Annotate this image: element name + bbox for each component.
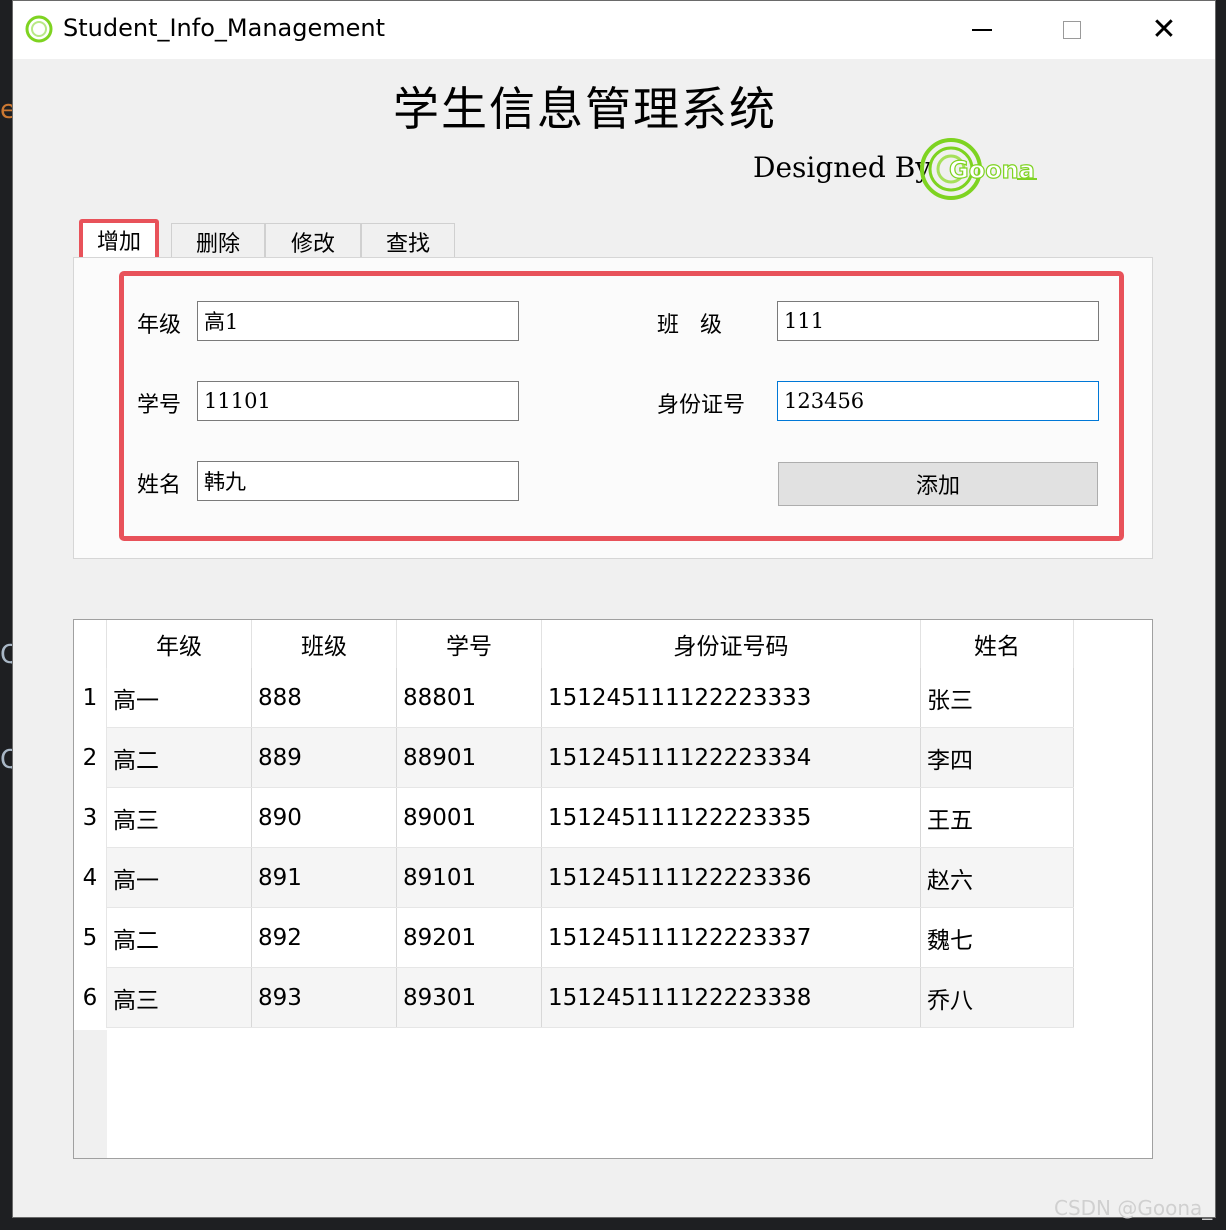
tab-modify[interactable]: 修改 [265, 223, 361, 259]
cell-class[interactable]: 892 [251, 907, 397, 968]
student-id-label: 学号 [137, 393, 182, 418]
table-row[interactable]: 4 高一 891 89101 151245111122223336 赵六 [74, 847, 1074, 908]
cell-class[interactable]: 889 [251, 727, 397, 788]
cell-grade[interactable]: 高二 [106, 907, 252, 968]
column-header-student-id[interactable]: 学号 [396, 620, 542, 668]
cell-id-card[interactable]: 151245111122223333 [541, 668, 921, 728]
student-grid: 年级 班级 学号 身份证号码 姓名 1 高一 888 88801 1512451… [74, 620, 1074, 1028]
cell-name[interactable]: 王五 [920, 787, 1074, 848]
cell-student-id[interactable]: 88801 [396, 668, 542, 728]
editor-edge-fragment: Q [0, 640, 12, 670]
corner-header [74, 620, 107, 668]
goona-logo: Goona [920, 138, 1037, 200]
background-editor-right [1216, 0, 1226, 1230]
tab-add-label: 增加 [96, 230, 141, 255]
window-title: Student_Info_Management [63, 14, 385, 42]
cell-class[interactable]: 888 [251, 668, 397, 728]
title-bar[interactable]: Student_Info_Management ✕ [13, 1, 1215, 59]
cell-grade[interactable]: 高三 [106, 787, 252, 848]
add-button[interactable]: 添加 [778, 462, 1098, 506]
column-header-name[interactable]: 姓名 [920, 620, 1074, 668]
id-card-label: 身份证号 [657, 393, 746, 418]
minimize-button[interactable] [937, 1, 1027, 59]
tab-search[interactable]: 查找 [361, 223, 455, 259]
row-number[interactable]: 5 [74, 907, 107, 968]
column-header-class[interactable]: 班级 [251, 620, 397, 668]
cell-id-card[interactable]: 151245111122223336 [541, 847, 921, 908]
cell-grade[interactable]: 高三 [106, 967, 252, 1028]
cell-name[interactable]: 乔八 [920, 967, 1074, 1028]
close-button[interactable]: ✕ [1119, 1, 1209, 59]
row-number[interactable]: 4 [74, 847, 107, 908]
cell-id-card[interactable]: 151245111122223334 [541, 727, 921, 788]
cell-grade[interactable]: 高二 [106, 727, 252, 788]
tab-delete[interactable]: 删除 [171, 223, 265, 259]
row-number[interactable]: 6 [74, 967, 107, 1028]
editor-edge-fragment: Q [0, 745, 12, 775]
cell-class[interactable]: 893 [251, 967, 397, 1028]
table-row[interactable]: 6 高三 893 89301 151245111122223338 乔八 [74, 967, 1074, 1028]
row-number[interactable]: 2 [74, 727, 107, 788]
class-input[interactable] [777, 301, 1099, 341]
tab-add[interactable]: 增加 [79, 219, 159, 261]
cell-id-card[interactable]: 151245111122223338 [541, 967, 921, 1028]
page-title: 学生信息管理系统 [393, 82, 777, 136]
maximize-button[interactable] [1027, 1, 1117, 59]
app-logo-icon [25, 15, 53, 43]
background-editor-bottom [0, 1218, 1226, 1230]
cell-name[interactable]: 赵六 [920, 847, 1074, 908]
minimize-icon [972, 29, 992, 31]
add-button-label: 添加 [915, 474, 960, 499]
student-id-input[interactable] [197, 381, 519, 421]
grade-input[interactable] [197, 301, 519, 341]
cell-student-id[interactable]: 89001 [396, 787, 542, 848]
cell-grade[interactable]: 高一 [106, 668, 252, 728]
table-row[interactable]: 1 高一 888 88801 151245111122223333 张三 [74, 668, 1074, 728]
cell-student-id[interactable]: 89201 [396, 907, 542, 968]
tab-modify-label: 修改 [290, 231, 335, 257]
cell-name[interactable]: 张三 [920, 668, 1074, 728]
cell-id-card[interactable]: 151245111122223335 [541, 787, 921, 848]
table-row[interactable]: 2 高二 889 88901 151245111122223334 李四 [74, 727, 1074, 788]
name-input[interactable] [197, 461, 519, 501]
table-header-row: 年级 班级 学号 身份证号码 姓名 [74, 620, 1074, 668]
table-row[interactable]: 3 高三 890 89001 151245111122223335 王五 [74, 787, 1074, 848]
cell-id-card[interactable]: 151245111122223337 [541, 907, 921, 968]
cell-name[interactable]: 李四 [920, 727, 1074, 788]
close-icon: ✕ [1151, 12, 1177, 47]
student-table[interactable]: 年级 班级 学号 身份证号码 姓名 1 高一 888 88801 1512451… [73, 619, 1153, 1159]
cell-student-id[interactable]: 89301 [396, 967, 542, 1028]
row-number[interactable]: 3 [74, 787, 107, 848]
cell-class[interactable]: 890 [251, 787, 397, 848]
tab-search-label: 查找 [385, 231, 430, 257]
maximize-icon [1063, 21, 1081, 39]
background-editor-strip [0, 0, 12, 1230]
designed-by-text: Designed By [753, 151, 932, 184]
editor-edge-fragment: e [0, 95, 12, 125]
cell-student-id[interactable]: 89101 [396, 847, 542, 908]
app-window: Student_Info_Management ✕ 学生信息管理系统 Desig… [12, 0, 1216, 1218]
class-label: 班 级 [657, 313, 722, 338]
column-header-grade[interactable]: 年级 [106, 620, 252, 668]
id-card-input[interactable] [777, 381, 1099, 421]
cell-name[interactable]: 魏七 [920, 907, 1074, 968]
name-label: 姓名 [137, 473, 182, 498]
column-header-id-card[interactable]: 身份证号码 [541, 620, 921, 668]
row-number[interactable]: 1 [74, 668, 107, 728]
table-row[interactable]: 5 高二 892 89201 151245111122223337 魏七 [74, 907, 1074, 968]
cell-student-id[interactable]: 88901 [396, 727, 542, 788]
cell-class[interactable]: 891 [251, 847, 397, 908]
grade-label: 年级 [137, 313, 182, 338]
csdn-watermark: CSDN @Goona_ [1054, 1196, 1213, 1220]
tab-delete-label: 删除 [195, 231, 240, 257]
cell-grade[interactable]: 高一 [106, 847, 252, 908]
